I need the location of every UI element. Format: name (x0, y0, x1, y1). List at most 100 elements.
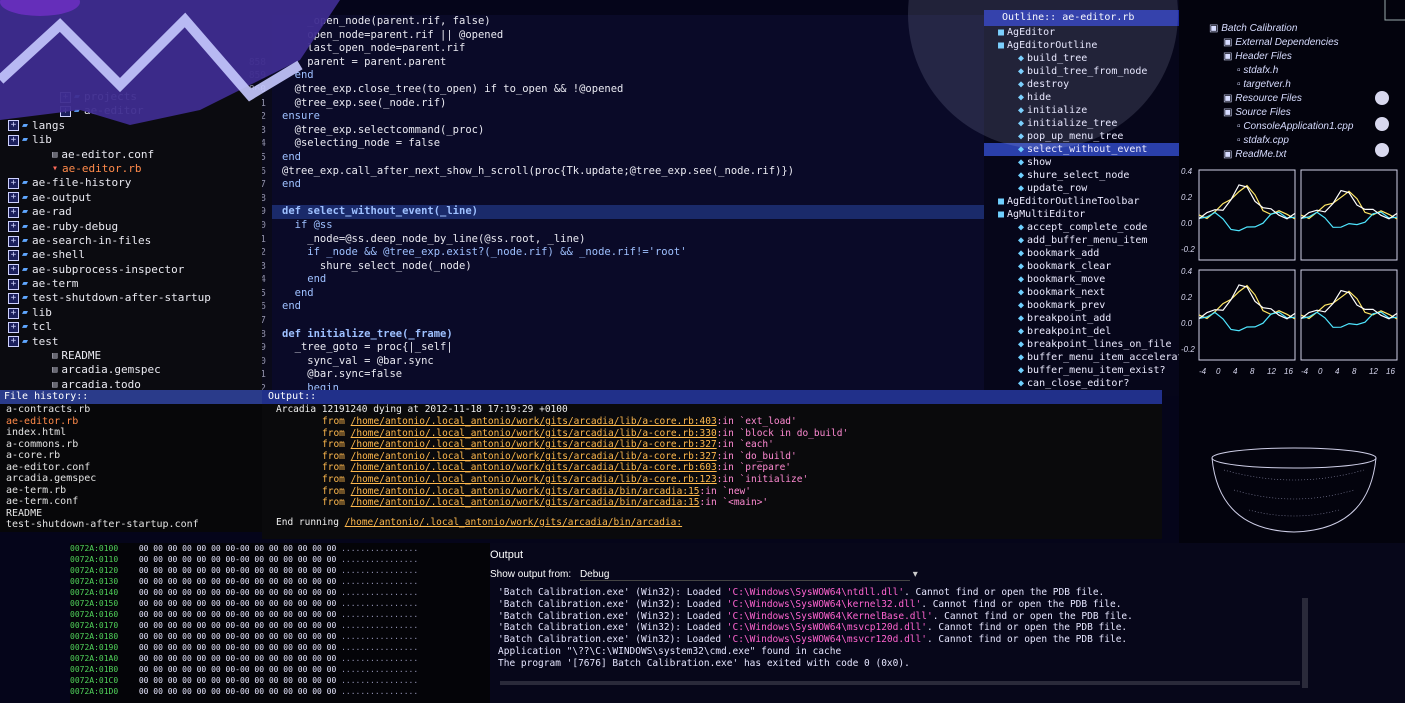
solution-item[interactable]: ▣ External Dependencies (1209, 36, 1405, 50)
file-history-item[interactable]: README (0, 508, 262, 520)
tree-item[interactable]: + ▰ ae-editor (0, 104, 262, 118)
file-history-item[interactable]: ae-term.conf (0, 496, 262, 508)
code-line[interactable] (272, 314, 984, 328)
outline-item[interactable]: ◆ build_tree_from_node (984, 65, 1179, 78)
solution-item[interactable]: ▫ stdafx.h (1209, 64, 1405, 78)
outline-item[interactable]: ◆ initialize (984, 104, 1179, 117)
code-line[interactable]: end (272, 273, 984, 287)
tree-item[interactable]: + ▰ tcl (0, 320, 262, 334)
outline-item[interactable]: ◆ select_without_event (984, 143, 1179, 156)
file-history-list[interactable]: a-contracts.rb ae-editor.rb index.html a-co… (0, 404, 262, 532)
code-line[interactable] (272, 192, 984, 206)
tree-item[interactable]: + ▰ lib (0, 133, 262, 147)
outline-item[interactable]: ◆ breakpoint_del (984, 325, 1179, 338)
file-history-item[interactable]: a-contracts.rb (0, 404, 262, 416)
code-line[interactable]: end (272, 287, 984, 301)
code-line[interactable]: @selecting_node = false (272, 137, 984, 151)
code-line[interactable]: if @ss (272, 219, 984, 233)
code-line[interactable]: @tree_exp.close_tree(to_open) if to_open… (272, 83, 984, 97)
code-line[interactable]: begin (272, 382, 984, 390)
expand-icon[interactable]: + (8, 206, 19, 218)
code-line[interactable]: @tree_exp.see(_node.rif) (272, 97, 984, 111)
outline-item[interactable]: ◆ shure_select_node (984, 169, 1179, 182)
tree-item[interactable]: + ▰ langs (0, 119, 262, 133)
expand-icon[interactable]: + (8, 307, 19, 319)
tree-item[interactable]: + ▰ test (0, 335, 262, 349)
outline-item[interactable]: ◆ destroy (984, 78, 1179, 91)
chevron-down-icon[interactable]: ▾ (913, 569, 918, 580)
vs-output-scrollbar[interactable] (1302, 598, 1308, 688)
tree-item[interactable]: + ▰ ae-output (0, 191, 262, 205)
file-history-item[interactable]: arcadia.gemspec (0, 473, 262, 485)
code-line[interactable]: end (272, 151, 984, 165)
code-line[interactable]: shure_select_node(_node) (272, 260, 984, 274)
code-line[interactable]: end (272, 69, 984, 83)
solution-item[interactable]: ▣ Header Files (1209, 50, 1405, 64)
expand-icon[interactable]: + (8, 249, 19, 261)
outline-item[interactable]: ◆ breakpoint_lines_on_file (984, 338, 1179, 351)
solution-item[interactable]: ▣ Source Files (1209, 106, 1405, 120)
trace-path-link[interactable]: /home/antonio/.local_antonio/work/gits/a… (351, 451, 717, 462)
outline-item[interactable]: ■ AgEditor (984, 26, 1179, 39)
trace-path-link[interactable]: /home/antonio/.local_antonio/work/gits/a… (351, 439, 717, 450)
file-history-item[interactable]: ae-term.rb (0, 485, 262, 497)
expand-icon[interactable]: + (8, 178, 19, 190)
code-line[interactable]: parent = parent.parent (272, 56, 984, 70)
code-line[interactable]: @tree_exp.call_after_next_show_h_scroll(… (272, 165, 984, 179)
code-line[interactable]: end (272, 300, 984, 314)
trace-path-link[interactable]: /home/antonio/.local_antonio/work/gits/a… (351, 474, 717, 485)
trace-path-link[interactable]: /home/antonio/.local_antonio/work/gits/a… (351, 428, 717, 439)
code-line[interactable]: def initialize_tree(_frame) (272, 328, 984, 342)
outline-item[interactable]: ◆ bookmark_move (984, 273, 1179, 286)
expand-icon[interactable]: + (60, 91, 71, 103)
project-tree[interactable]: + ▰ projects + ▰ ae-editor + ▰ langs + ▰ lib ▤ ae-edi… (0, 90, 262, 390)
file-history-item[interactable]: a-commons.rb (0, 439, 262, 451)
file-history-item[interactable]: index.html (0, 427, 262, 439)
expand-icon[interactable]: + (8, 336, 19, 348)
outline-item[interactable]: ◆ can_close_editor? (984, 377, 1179, 390)
tree-item[interactable]: + ▰ ae-file-history (0, 176, 262, 190)
solution-item[interactable]: ▣ Batch Calibration (1209, 22, 1405, 36)
footer-path-link[interactable]: /home/antonio/.local_antonio/work/gits/a… (345, 517, 682, 528)
trace-path-link[interactable]: /home/antonio/.local_antonio/work/gits/a… (351, 497, 700, 508)
outline-item[interactable]: ◆ show (984, 156, 1179, 169)
outline-item[interactable]: ■ AgEditorOutlineToolbar (984, 195, 1179, 208)
solution-explorer[interactable]: ▣ Batch Calibration ▣ External Dependenci… (1179, 0, 1405, 545)
expand-icon[interactable]: + (8, 221, 19, 233)
tree-item[interactable]: ▤ ae-editor.conf (0, 148, 262, 162)
code-line[interactable]: _tree_goto = proc{|_self| (272, 341, 984, 355)
code-line[interactable]: open_node=parent.rif || @opened (272, 29, 984, 43)
outline-item[interactable]: ◆ build_tree (984, 52, 1179, 65)
tree-item[interactable]: + ▰ ae-term (0, 277, 262, 291)
tree-item[interactable]: + ▰ ae-shell (0, 248, 262, 262)
outline-item[interactable]: ◆ add_buffer_menu_item (984, 234, 1179, 247)
code-line[interactable]: end (272, 178, 984, 192)
outline-tree[interactable]: ■ AgEditor ■ AgEditorOutline ◆ build_tree ◆ bui… (984, 26, 1179, 396)
solution-item[interactable]: ▣ Resource Files (1209, 92, 1405, 106)
tree-item[interactable]: + ▰ ae-ruby-debug (0, 220, 262, 234)
tree-item[interactable]: + ▰ lib (0, 306, 262, 320)
code-line[interactable]: def select_without_event(_line) (272, 205, 984, 219)
code-line[interactable]: @tree_exp.selectcommand(_proc) (272, 124, 984, 138)
outline-item[interactable]: ■ AgEditorOutline (984, 39, 1179, 52)
tree-item[interactable]: + ▰ ae-rad (0, 205, 262, 219)
outline-item[interactable]: ◆ update_row (984, 182, 1179, 195)
outline-item[interactable]: ◆ bookmark_next (984, 286, 1179, 299)
expand-icon[interactable]: + (8, 134, 19, 146)
tree-item[interactable]: + ▰ ae-search-in-files (0, 234, 262, 248)
tree-item[interactable]: + ▰ projects (0, 90, 262, 104)
outline-item[interactable]: ◆ bookmark_clear (984, 260, 1179, 273)
trace-path-link[interactable]: /home/antonio/.local_antonio/work/gits/a… (351, 486, 700, 497)
vs-output-panel[interactable]: Output Show output from: Debug ▾ 'Batch … (490, 543, 1405, 703)
outline-item[interactable]: ◆ accept_complete_code (984, 221, 1179, 234)
tree-item[interactable]: ▤ arcadia.todo (0, 378, 262, 390)
tree-item[interactable]: ▤ arcadia.gemspec (0, 363, 262, 377)
solution-item[interactable]: ▫ stdafx.cpp (1209, 134, 1405, 148)
file-history-item[interactable]: ae-editor.conf (0, 462, 262, 474)
expand-icon[interactable]: + (8, 264, 19, 276)
solution-item[interactable]: ▫ targetver.h (1209, 78, 1405, 92)
file-history-item[interactable]: test-shutdown-after-startup.conf (0, 519, 262, 531)
code-line[interactable]: sync_val = @bar.sync (272, 355, 984, 369)
code-line[interactable]: ensure (272, 110, 984, 124)
file-history-item[interactable]: ae-editor.rb (0, 416, 262, 428)
